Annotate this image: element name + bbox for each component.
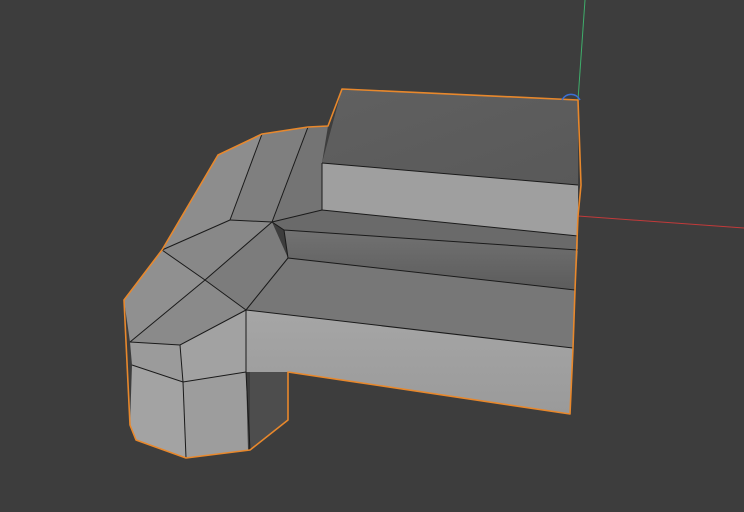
selected-mesh-object[interactable] — [123, 88, 582, 459]
3d-viewport[interactable] — [0, 0, 744, 512]
mesh-face-shadow — [250, 370, 288, 450]
mesh-face-left-front-lower-2 — [183, 372, 248, 458]
x-axis-line — [577, 215, 744, 229]
y-axis-line — [577, 0, 586, 101]
viewport-canvas[interactable] — [0, 0, 744, 512]
